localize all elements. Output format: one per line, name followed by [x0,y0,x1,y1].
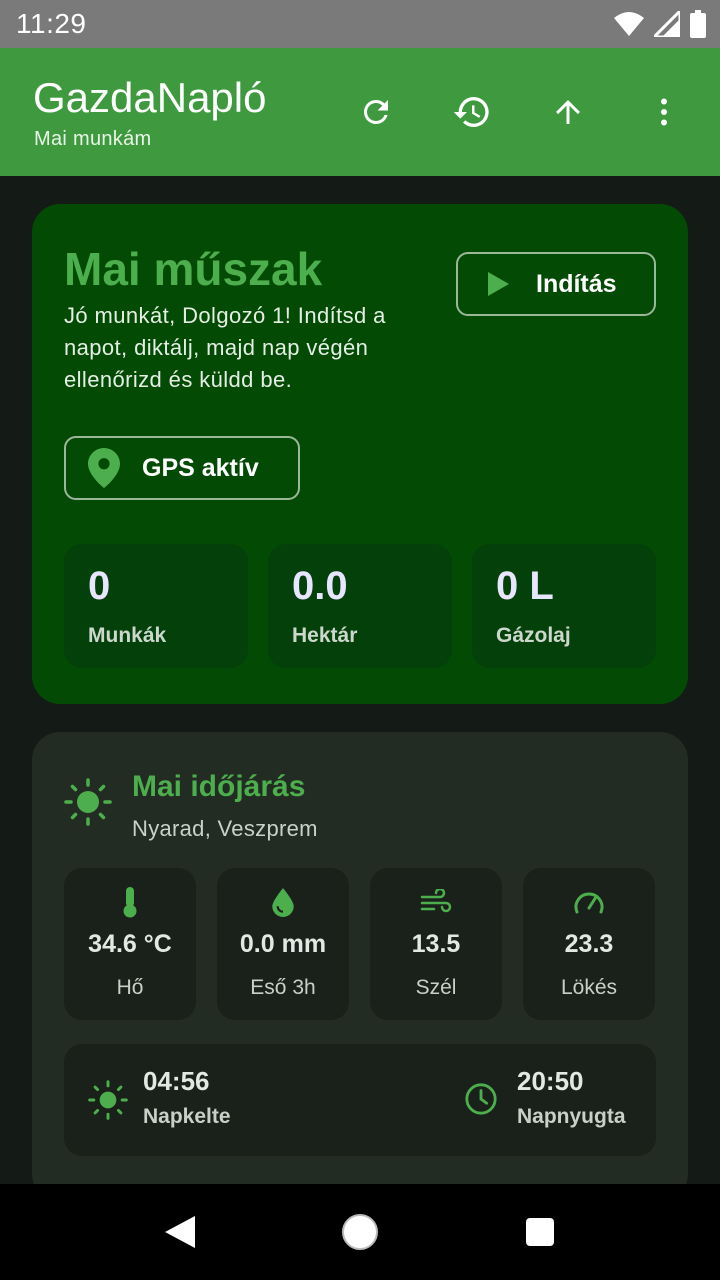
weather-tile-wind: 13.5 Szél [370,868,502,1020]
weather-tile-value: 23.3 [564,930,614,958]
weather-tile-gust: 23.3 Lökés [523,868,655,1020]
weather-location: Nyarad, Veszprem [132,816,318,841]
start-shift-button[interactable]: Indítás [456,252,656,316]
refresh-icon [363,99,388,124]
stat-label: Munkák [88,624,167,647]
stat-value: 0 L [496,564,554,608]
weather-title: Mai időjárás [132,770,306,803]
app-bar: GazdaNapló Mai munkám [0,48,720,176]
stat-tile-jobs: 0 Munkák [64,544,248,668]
sunset-block: 20:50 Napnyugta [517,1066,626,1129]
sunrise-sun-icon [88,1080,128,1120]
water-drop-icon [272,888,294,917]
play-icon [488,272,509,296]
stat-label: Gázolaj [496,624,571,647]
start-shift-label: Indítás [536,269,617,298]
shift-title: Mai műszak [64,243,323,295]
upload-button[interactable] [544,88,592,136]
sun-times-row: 04:56 Napkelte 20:50 Napnyugta [64,1044,656,1156]
weather-tile-label: Szél [415,976,457,999]
signal-icon [654,11,680,37]
shift-description: Jó munkát, Dolgozó 1! Indítsd a napot, d… [64,303,386,392]
app-title: GazdaNapló [33,74,267,121]
more-vert-icon [661,98,667,126]
stat-tile-diesel: 0 L Gázolaj [472,544,656,668]
weather-tile-value: 13.5 [411,930,461,958]
shift-card: Mai műszak Jó munkát, Dolgozó 1! Indítsd… [32,204,688,704]
sunrise-label: Napkelte [143,1105,231,1128]
history-button[interactable] [448,88,496,136]
recents-icon [526,1218,554,1246]
app-subtitle: Mai munkám [34,128,152,150]
weather-tile-label: Hő [116,976,144,999]
status-bar: 11:29 [0,0,720,48]
weather-card: Mai időjárás Nyarad, Veszprem 34.6 °C Hő… [32,732,688,1202]
battery-icon [690,10,706,38]
sunset-label: Napnyugta [517,1105,626,1128]
stat-value: 0 [88,564,111,608]
stat-label: Hektár [292,624,358,647]
recents-button[interactable] [516,1208,564,1256]
wifi-icon [614,12,644,36]
weather-tile-rain: 0.0 mm Eső 3h [217,868,349,1020]
wind-icon [420,889,452,913]
stat-value: 0.0 [292,564,348,608]
clock-icon [465,1083,497,1115]
refresh-button[interactable] [352,88,400,136]
back-icon [165,1216,195,1248]
gps-status-label: GPS aktív [142,453,259,482]
sunset-time: 20:50 [517,1066,584,1096]
home-button[interactable] [336,1208,384,1256]
sunrise-time: 04:56 [143,1066,210,1096]
history-icon [453,97,489,127]
weather-tile-value: 34.6 °C [88,930,172,958]
gps-status-button[interactable]: GPS aktív [64,436,300,500]
back-button[interactable] [156,1208,204,1256]
stat-tile-hectare: 0.0 Hektár [268,544,452,668]
home-icon [342,1214,378,1250]
system-nav-bar [0,1184,720,1280]
upload-icon [556,100,580,124]
thermometer-icon [123,887,137,918]
more-options-button[interactable] [640,88,688,136]
speedometer-icon [574,892,604,914]
weather-tile-label: Lökés [560,976,618,999]
weather-tile-label: Eső 3h [250,976,316,999]
sun-icon [64,778,112,826]
status-time: 11:29 [16,8,87,39]
weather-tile-value: 0.0 mm [239,930,327,958]
location-pin-icon [88,448,120,488]
sunrise-block: 04:56 Napkelte [143,1066,231,1129]
weather-tile-temperature: 34.6 °C Hő [64,868,196,1020]
